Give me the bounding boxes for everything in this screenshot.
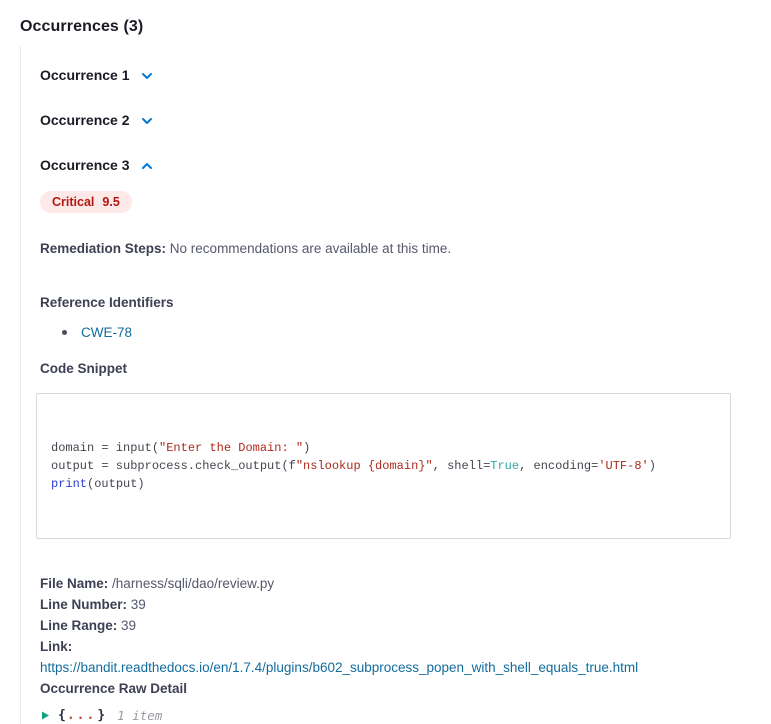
occurrence-2-toggle[interactable]: Occurrence 2 <box>40 112 154 128</box>
code-snippet-block: domain = input("Enter the Domain: ")outp… <box>36 393 731 539</box>
severity-badge-row: Critical 9.5 <box>40 193 751 216</box>
occurrence-raw-detail-heading: Occurrence Raw Detail <box>40 678 751 699</box>
occurrence-3-toggle[interactable]: Occurrence 3 <box>40 157 154 173</box>
link-label-row: Link: <box>40 636 751 657</box>
json-close-brace: } <box>97 708 105 723</box>
json-open-brace: { <box>58 708 66 723</box>
remediation-label: Remediation Steps: <box>40 241 166 256</box>
line-number-label: Line Number: <box>40 597 127 612</box>
occurrence-2-label: Occurrence 2 <box>40 112 130 128</box>
chevron-down-icon <box>140 69 154 83</box>
json-ellipsis: ... <box>67 708 96 723</box>
list-item: CWE-78 <box>40 325 751 340</box>
occurrence-3-label: Occurrence 3 <box>40 157 130 173</box>
file-name-value: /harness/sqli/dao/review.py <box>112 576 274 591</box>
link-url-row: https://bandit.readthedocs.io/en/1.7.4/p… <box>40 657 751 678</box>
occurrence-metadata: File Name: /harness/sqli/dao/review.py L… <box>40 573 751 699</box>
code-snippet-heading: Code Snippet <box>40 361 751 376</box>
line-number-value: 39 <box>131 597 146 612</box>
severity-label: Critical <box>52 195 94 209</box>
file-name-label: File Name: <box>40 576 108 591</box>
code-snippet-content: domain = input("Enter the Domain: ")outp… <box>51 439 716 493</box>
severity-score: 9.5 <box>102 195 119 209</box>
page-title: Occurrences (3) <box>20 18 751 36</box>
remediation-steps: Remediation Steps: No recommendations ar… <box>40 241 751 257</box>
cwe-78-link[interactable]: CWE-78 <box>81 325 132 340</box>
severity-badge: Critical 9.5 <box>40 191 132 213</box>
remediation-text: No recommendations are available at this… <box>170 241 451 256</box>
chevron-down-icon <box>140 114 154 128</box>
expand-triangle-icon[interactable] <box>40 710 50 721</box>
reference-identifiers-list: CWE-78 <box>40 325 751 340</box>
occurrence-1-label: Occurrence 1 <box>40 67 130 83</box>
link-label: Link: <box>40 639 72 654</box>
line-range-value: 39 <box>121 618 136 633</box>
bandit-docs-link[interactable]: https://bandit.readthedocs.io/en/1.7.4/p… <box>40 660 638 675</box>
occurrence-1-toggle[interactable]: Occurrence 1 <box>40 46 154 83</box>
json-item-count: 1 item <box>117 708 162 723</box>
line-range-label: Line Range: <box>40 618 117 633</box>
bullet-icon <box>62 330 67 335</box>
chevron-up-icon <box>140 159 154 173</box>
raw-detail-json-toggle[interactable]: {...} 1 item <box>40 706 162 724</box>
line-number-field: Line Number: 39 <box>40 594 751 615</box>
occurrences-page: Occurrences (3) Occurrence 1 Occurrence … <box>0 0 771 724</box>
occurrences-panel: Occurrence 1 Occurrence 2 Occurrence 3 C… <box>20 46 751 724</box>
file-name-field: File Name: /harness/sqli/dao/review.py <box>40 573 751 594</box>
reference-identifiers-heading: Reference Identifiers <box>40 295 751 310</box>
line-range-field: Line Range: 39 <box>40 615 751 636</box>
json-collapsed-object: {...} <box>58 706 105 724</box>
